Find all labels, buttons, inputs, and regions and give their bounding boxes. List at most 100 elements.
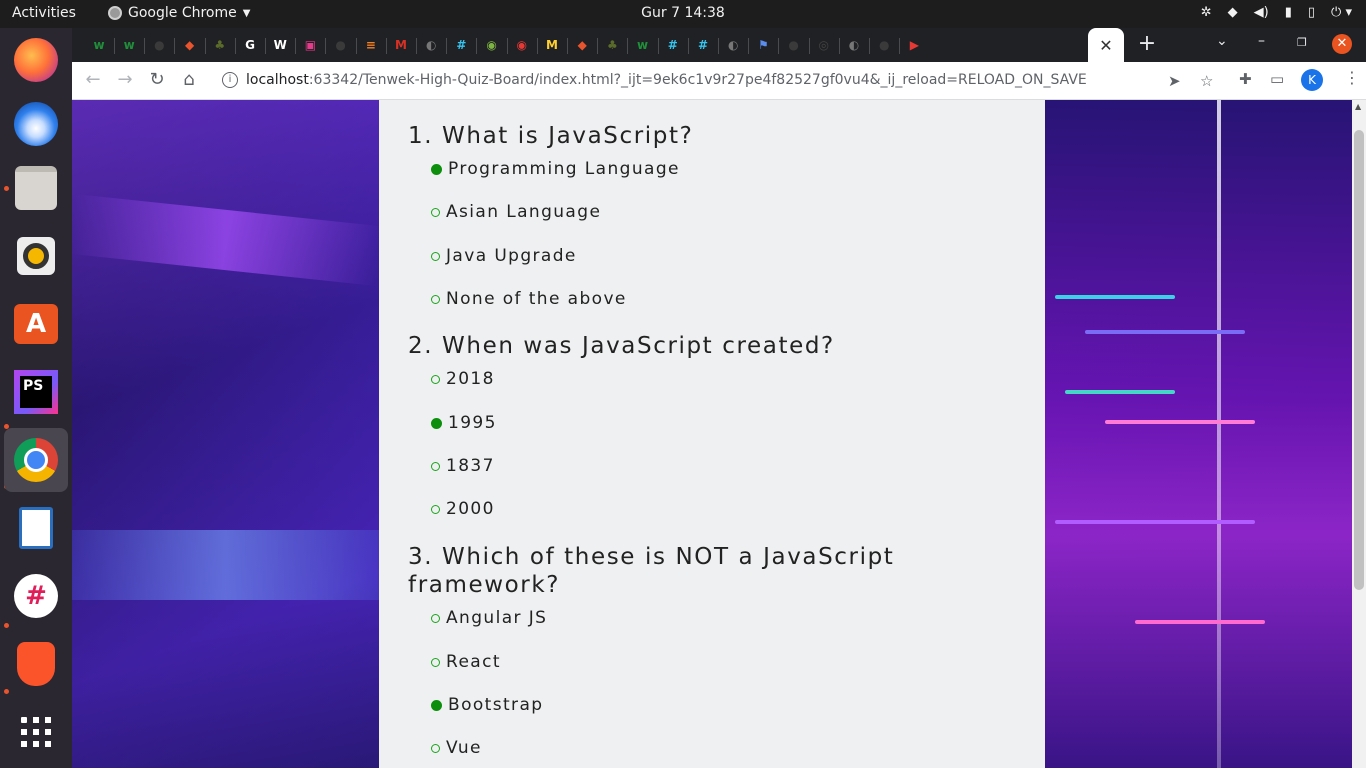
thunderbird-launcher[interactable]: [4, 92, 68, 156]
pink-tab[interactable]: ▣: [299, 34, 321, 56]
show-applications-button[interactable]: [4, 700, 68, 764]
files-launcher[interactable]: [4, 156, 68, 220]
site-info-icon[interactable]: i: [222, 72, 238, 88]
webflow-tab-3[interactable]: w: [632, 34, 654, 56]
globe-tab[interactable]: ◐: [420, 34, 442, 56]
page-scrollbar[interactable]: ▲: [1352, 100, 1366, 768]
stack-tab[interactable]: ≡: [360, 34, 382, 56]
record-tab[interactable]: ◉: [511, 34, 533, 56]
slack-tab-3[interactable]: #: [692, 34, 714, 56]
background-image-right: [1045, 100, 1352, 768]
answer-option[interactable]: 1995: [431, 413, 497, 433]
power-menu-icon[interactable]: ⏻ ▾: [1331, 5, 1352, 20]
back-arrow-icon[interactable]: ←: [82, 69, 104, 91]
radio-button[interactable]: [431, 374, 440, 384]
radio-button[interactable]: [431, 207, 440, 217]
tree-tab-2[interactable]: ♣: [601, 34, 623, 56]
new-tab-button[interactable]: +: [1136, 33, 1158, 55]
bookmark-star-icon[interactable]: ☆: [1200, 72, 1213, 90]
forward-arrow-icon[interactable]: →: [114, 69, 136, 91]
reload-icon[interactable]: ↻: [146, 69, 168, 91]
figma-tab-2[interactable]: ◆: [571, 34, 593, 56]
radio-button[interactable]: [431, 251, 440, 261]
radio-button[interactable]: [431, 294, 440, 304]
answer-option[interactable]: Angular JS: [431, 608, 547, 628]
url-text[interactable]: localhost:63342/Tenwek-High-Quiz-Board/i…: [246, 72, 1087, 88]
radio-button[interactable]: [431, 743, 440, 753]
software-center-launcher[interactable]: A: [4, 292, 68, 356]
answer-option[interactable]: Bootstrap: [431, 695, 543, 715]
answer-option[interactable]: React: [431, 652, 501, 672]
cast-icon[interactable]: ▭: [1270, 70, 1284, 88]
answer-option[interactable]: 2018: [431, 369, 495, 389]
figma-tab[interactable]: ◆: [179, 34, 201, 56]
github-tab-4[interactable]: ●: [873, 34, 895, 56]
globe-tab-2[interactable]: ◐: [722, 34, 744, 56]
microphone-icon[interactable]: ▮: [1285, 5, 1292, 20]
profile-avatar[interactable]: K: [1301, 69, 1323, 91]
flag-tab[interactable]: ⚑: [752, 34, 774, 56]
wikipedia-tab[interactable]: W: [269, 34, 291, 56]
globe-tab-3[interactable]: ◐: [843, 34, 865, 56]
radio-button[interactable]: [431, 417, 442, 429]
youtube-music-icon: ▶: [909, 38, 919, 52]
miro-tab[interactable]: M: [541, 34, 563, 56]
active-tab[interactable]: ✕: [1088, 28, 1124, 62]
folder-icon: [15, 166, 57, 210]
volume-icon[interactable]: ◀): [1254, 5, 1269, 20]
app-menu[interactable]: Google Chrome ▼: [108, 5, 250, 21]
github-tab-3[interactable]: ●: [783, 34, 805, 56]
gmail-tab[interactable]: M: [390, 34, 412, 56]
github-tab[interactable]: ●: [148, 34, 170, 56]
rhythmbox-launcher[interactable]: [4, 224, 68, 288]
slack-launcher[interactable]: #: [4, 564, 68, 628]
tab-search-icon[interactable]: ⌄: [1216, 33, 1228, 49]
battery-icon[interactable]: ▯: [1308, 5, 1315, 20]
radio-button[interactable]: [431, 504, 440, 514]
activities-button[interactable]: Activities: [12, 5, 76, 21]
scroll-thumb[interactable]: [1354, 130, 1364, 590]
send-tab-icon[interactable]: ➤: [1168, 72, 1181, 90]
google-tab[interactable]: G: [239, 34, 261, 56]
extensions-puzzle-icon[interactable]: ✚: [1239, 70, 1252, 88]
home-icon[interactable]: ⌂: [178, 69, 200, 91]
answer-option[interactable]: Asian Language: [431, 202, 601, 222]
youtube-music-tab[interactable]: ▶: [903, 34, 925, 56]
phpstorm-launcher[interactable]: PS: [4, 360, 68, 424]
github-tab-2[interactable]: ●: [330, 34, 352, 56]
answer-option[interactable]: Vue: [431, 738, 482, 758]
brave-launcher[interactable]: [4, 632, 68, 696]
firefox-launcher[interactable]: [4, 28, 68, 92]
answer-option[interactable]: 2000: [431, 499, 495, 519]
scroll-up-arrow-icon[interactable]: ▲: [1355, 102, 1361, 111]
radio-button[interactable]: [431, 613, 440, 623]
answer-option-label: 1995: [448, 413, 497, 433]
system-tray[interactable]: ✲ ◆ ◀) ▮ ▯ ⏻ ▾: [1201, 5, 1352, 20]
dim-tab[interactable]: ◎: [813, 34, 835, 56]
answer-option[interactable]: Programming Language: [431, 159, 680, 179]
close-window-icon[interactable]: ✕: [1332, 34, 1352, 54]
answer-option[interactable]: None of the above: [431, 289, 627, 309]
connection-icon[interactable]: ✲: [1201, 5, 1212, 20]
address-bar[interactable]: i localhost:63342/Tenwek-High-Quiz-Board…: [212, 66, 1222, 95]
webflow-tab[interactable]: w: [88, 34, 110, 56]
webflow-tab-2[interactable]: w: [118, 34, 140, 56]
minimize-icon[interactable]: –: [1258, 33, 1265, 49]
menu-kebab-icon[interactable]: ⋮: [1344, 68, 1360, 87]
radio-button[interactable]: [431, 699, 442, 711]
libreoffice-writer-launcher[interactable]: [4, 496, 68, 560]
radio-button[interactable]: [431, 657, 440, 667]
tree-tab[interactable]: ♣: [209, 34, 231, 56]
radio-button[interactable]: [431, 461, 440, 471]
chrome-launcher[interactable]: [4, 428, 68, 492]
slack-tab[interactable]: #: [450, 34, 472, 56]
maximize-icon[interactable]: ❐: [1297, 36, 1307, 49]
brave-lion-icon: [17, 642, 55, 686]
green-tab[interactable]: ◉: [481, 34, 503, 56]
radio-button[interactable]: [431, 163, 442, 175]
wifi-icon[interactable]: ◆: [1228, 5, 1238, 20]
close-tab-icon[interactable]: ✕: [1099, 36, 1112, 55]
answer-option[interactable]: 1837: [431, 456, 495, 476]
slack-tab-2[interactable]: #: [662, 34, 684, 56]
answer-option[interactable]: Java Upgrade: [431, 246, 577, 266]
